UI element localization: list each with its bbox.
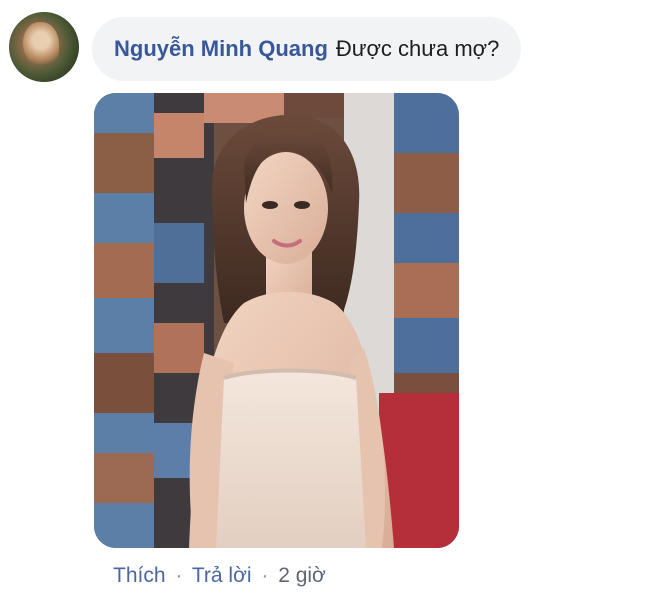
timestamp[interactable]: 2 giờ bbox=[278, 564, 326, 587]
avatar-image bbox=[23, 22, 59, 68]
attached-photo[interactable] bbox=[94, 93, 459, 548]
avatar[interactable] bbox=[9, 12, 79, 82]
reply-link[interactable]: Trả lời bbox=[192, 564, 252, 587]
author-name-link[interactable]: Nguyễn Minh Quang bbox=[114, 36, 328, 62]
comment: Nguyễn Minh Quang Được chưa mợ? Thích · … bbox=[0, 0, 660, 612]
comment-text: Được chưa mợ? bbox=[335, 36, 500, 61]
separator: · bbox=[175, 564, 183, 587]
like-link[interactable]: Thích bbox=[113, 564, 166, 587]
photo-image bbox=[94, 93, 459, 548]
comment-actions: Thích · Trả lời · 2 giờ bbox=[113, 564, 326, 588]
comment-bubble: Nguyễn Minh Quang Được chưa mợ? bbox=[92, 17, 522, 81]
separator: · bbox=[261, 564, 269, 587]
